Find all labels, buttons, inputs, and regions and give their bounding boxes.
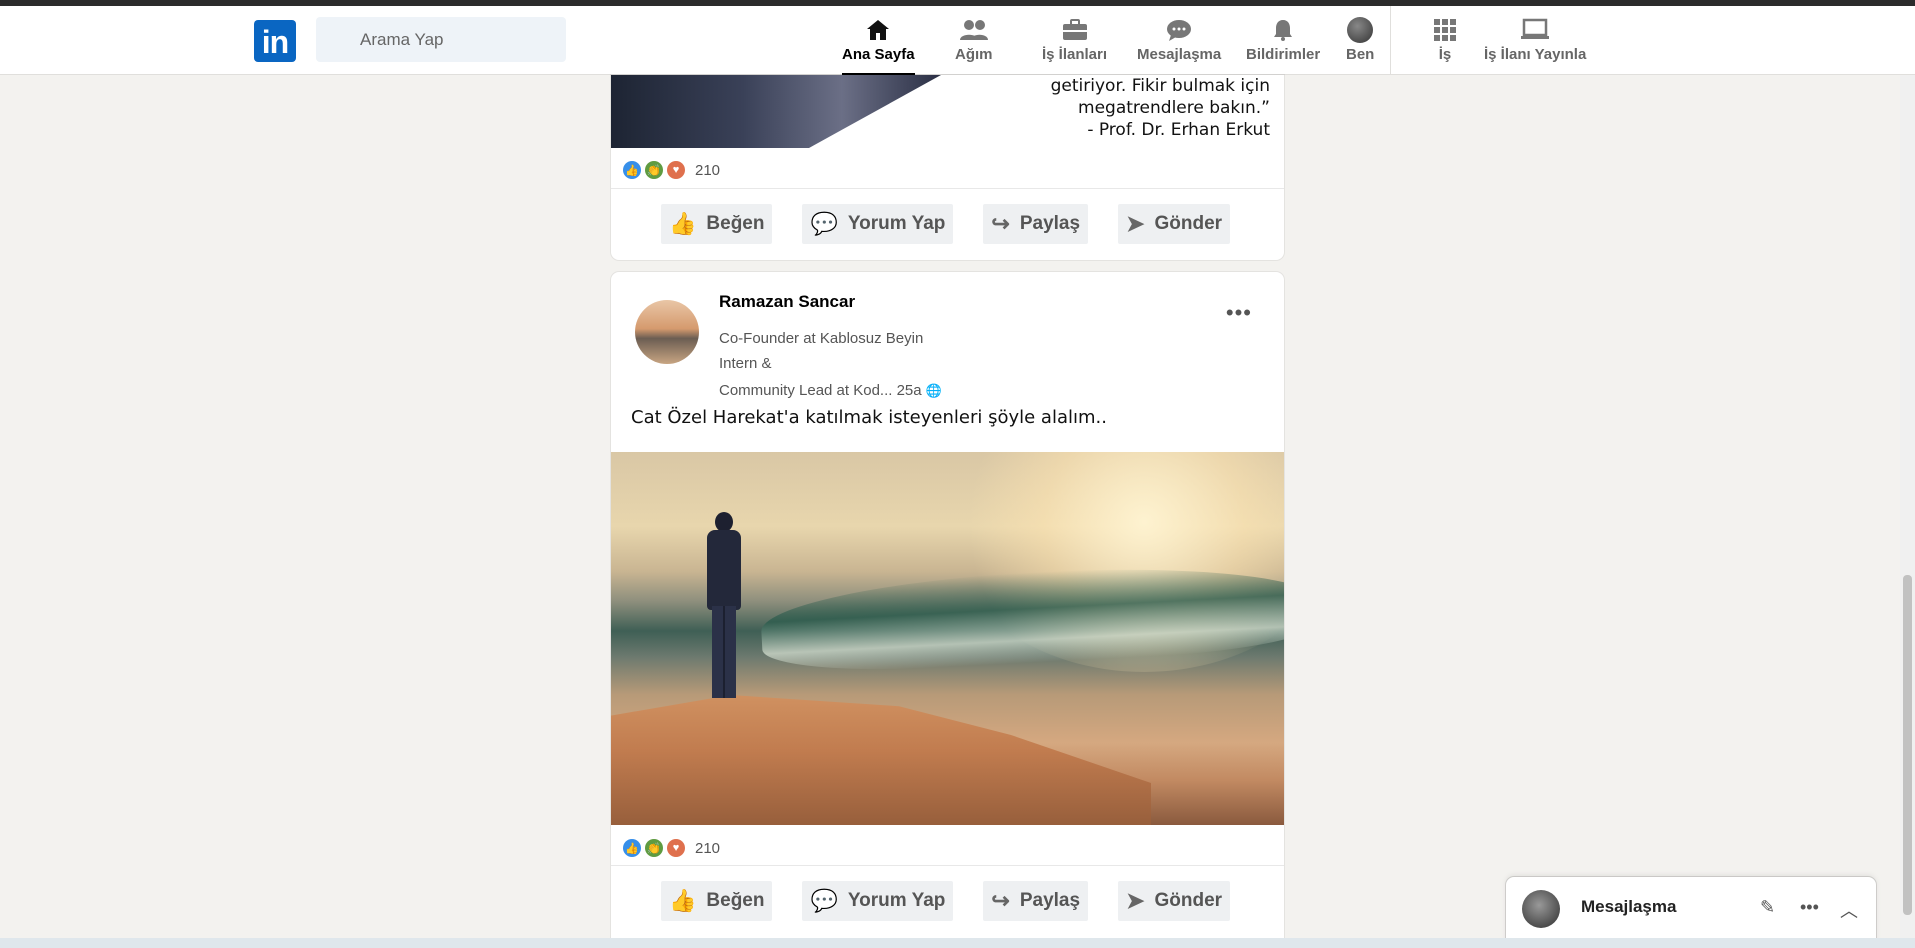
more-options-button[interactable]: •••: [1226, 300, 1252, 326]
avatar: [1522, 890, 1560, 928]
nav-post-job-label: İş İlanı Yayınla: [1484, 46, 1587, 63]
nav-network-label: Ağım: [955, 46, 993, 63]
grid-icon: [1433, 16, 1457, 44]
post-image-photo: [611, 75, 941, 148]
comment-button[interactable]: 💬 Yorum Yap: [802, 881, 954, 921]
like-button[interactable]: 👍 Beğen: [661, 204, 773, 244]
post-image-rock: [611, 695, 1151, 825]
more-options-icon[interactable]: •••: [1800, 897, 1819, 918]
send-button[interactable]: ➤ Gönder: [1118, 204, 1231, 244]
nav-messaging-label: Mesajlaşma: [1137, 46, 1222, 63]
post-header: Ramazan Sancar Co-Founder at Kablosuz Be…: [635, 286, 1260, 399]
network-icon: [959, 16, 989, 44]
nav-notifications-label: Bildirimler: [1246, 46, 1321, 63]
post-actions: 👍 Beğen 💬 Yorum Yap ↪ Paylaş ➤ Gönder: [661, 204, 1231, 244]
nav-me[interactable]: Ben: [1346, 16, 1374, 72]
like-reaction-icon: 👍: [623, 161, 641, 179]
share-button[interactable]: ↪ Paylaş: [983, 204, 1089, 244]
post-image-quote: getiriyor. Fikir bulmak için megatrendle…: [1051, 75, 1270, 141]
search-input[interactable]: [316, 17, 566, 62]
like-reaction-icon: 👍: [623, 839, 641, 857]
nav-jobs-label: İş İlanları: [1042, 46, 1108, 63]
quote-author: - Prof. Dr. Erhan Erkut: [1087, 120, 1270, 140]
like-label: Beğen: [706, 213, 765, 234]
author-avatar[interactable]: [635, 300, 699, 364]
avatar: [1347, 17, 1374, 43]
post-actions: 👍 Beğen 💬 Yorum Yap ↪ Paylaş ➤ Gönder: [661, 881, 1231, 921]
reaction-count: 210: [695, 161, 721, 179]
compose-icon[interactable]: ✎: [1760, 897, 1775, 918]
post-image[interactable]: [611, 452, 1284, 825]
quote-line: megatrendlere bakın.”: [1078, 98, 1270, 118]
global-nav: in Ana Sayfa Ağım İş İlanları Mesajlaşma…: [0, 6, 1915, 75]
quote-line: getiriyor. Fikir bulmak için: [1050, 76, 1270, 96]
nav-network[interactable]: Ağım: [955, 16, 993, 72]
love-reaction-icon: ♥: [667, 161, 685, 179]
celebrate-reaction-icon: 👏: [645, 839, 663, 857]
author-headline: Intern &: [719, 355, 772, 372]
scrollbar-thumb[interactable]: [1903, 575, 1912, 915]
author-name[interactable]: Ramazan Sancar: [719, 292, 855, 312]
love-reaction-icon: ♥: [667, 839, 685, 857]
linkedin-logo[interactable]: in: [254, 20, 296, 62]
share-icon: ↪: [991, 888, 1010, 913]
share-icon: ↪: [991, 211, 1010, 236]
thumbs-up-icon: 👍: [669, 888, 697, 913]
nav-jobs[interactable]: İş İlanları: [1042, 16, 1107, 72]
like-label: Beğen: [706, 890, 765, 911]
share-label: Paylaş: [1019, 890, 1081, 911]
nav-divider: [1390, 6, 1391, 75]
comment-icon: 💬: [810, 888, 838, 913]
author-headline: Co-Founder at Kablosuz Beyin: [719, 330, 924, 347]
comment-label: Yorum Yap: [847, 890, 946, 911]
share-label: Paylaş: [1019, 213, 1081, 234]
share-button[interactable]: ↪ Paylaş: [983, 881, 1089, 921]
nav-me-label: Ben: [1346, 46, 1375, 63]
send-button[interactable]: ➤ Gönder: [1118, 881, 1231, 921]
thumbs-up-icon: 👍: [669, 211, 697, 236]
nav-home-label: Ana Sayfa: [842, 46, 915, 63]
chat-icon: [1165, 16, 1193, 44]
like-button[interactable]: 👍 Beğen: [661, 881, 773, 921]
comment-label: Yorum Yap: [847, 213, 946, 234]
nav-messaging[interactable]: Mesajlaşma: [1137, 16, 1221, 72]
laptop-icon: [1519, 16, 1551, 44]
post-image[interactable]: getiriyor. Fikir bulmak için megatrendle…: [611, 75, 1284, 148]
celebrate-reaction-icon: 👏: [645, 161, 663, 179]
feed-post: Ramazan Sancar Co-Founder at Kablosuz Be…: [611, 272, 1284, 948]
author-headline-timestamp: Community Lead at Kod... 25a: [719, 382, 922, 399]
scrollbar[interactable]: [1900, 75, 1915, 948]
reactions-summary[interactable]: 👍 👏 ♥ 210: [623, 161, 720, 179]
briefcase-icon: [1061, 16, 1089, 44]
send-icon: ➤: [1126, 888, 1145, 913]
nav-work[interactable]: İş: [1433, 16, 1457, 72]
taskbar-strip: [0, 938, 1915, 948]
divider: [611, 188, 1284, 189]
reactions-summary[interactable]: 👍 👏 ♥ 210: [623, 839, 720, 857]
post-image-person: [703, 512, 743, 702]
comment-button[interactable]: 💬 Yorum Yap: [802, 204, 954, 244]
nav-notifications[interactable]: Bildirimler: [1246, 16, 1320, 72]
nav-work-label: İş: [1438, 46, 1452, 63]
bell-icon: [1271, 16, 1295, 44]
globe-icon: 🌐: [925, 383, 942, 398]
nav-post-job[interactable]: İş İlanı Yayınla: [1484, 16, 1586, 72]
send-label: Gönder: [1154, 213, 1223, 234]
feed-post: getiriyor. Fikir bulmak için megatrendle…: [611, 75, 1284, 260]
author-headline-time: Community Lead at Kod... 25a 🌐: [719, 382, 942, 399]
comment-icon: 💬: [810, 211, 838, 236]
divider: [611, 865, 1284, 866]
post-text: Cat Özel Harekat'a katılmak isteyenleri …: [631, 407, 1107, 428]
chevron-up-icon[interactable]: ︿: [1840, 897, 1858, 923]
home-icon: [865, 16, 891, 44]
reaction-count: 210: [695, 839, 721, 857]
send-icon: ➤: [1126, 211, 1145, 236]
messaging-title: Mesajlaşma: [1581, 897, 1677, 916]
nav-home[interactable]: Ana Sayfa: [842, 16, 915, 75]
send-label: Gönder: [1154, 890, 1223, 911]
